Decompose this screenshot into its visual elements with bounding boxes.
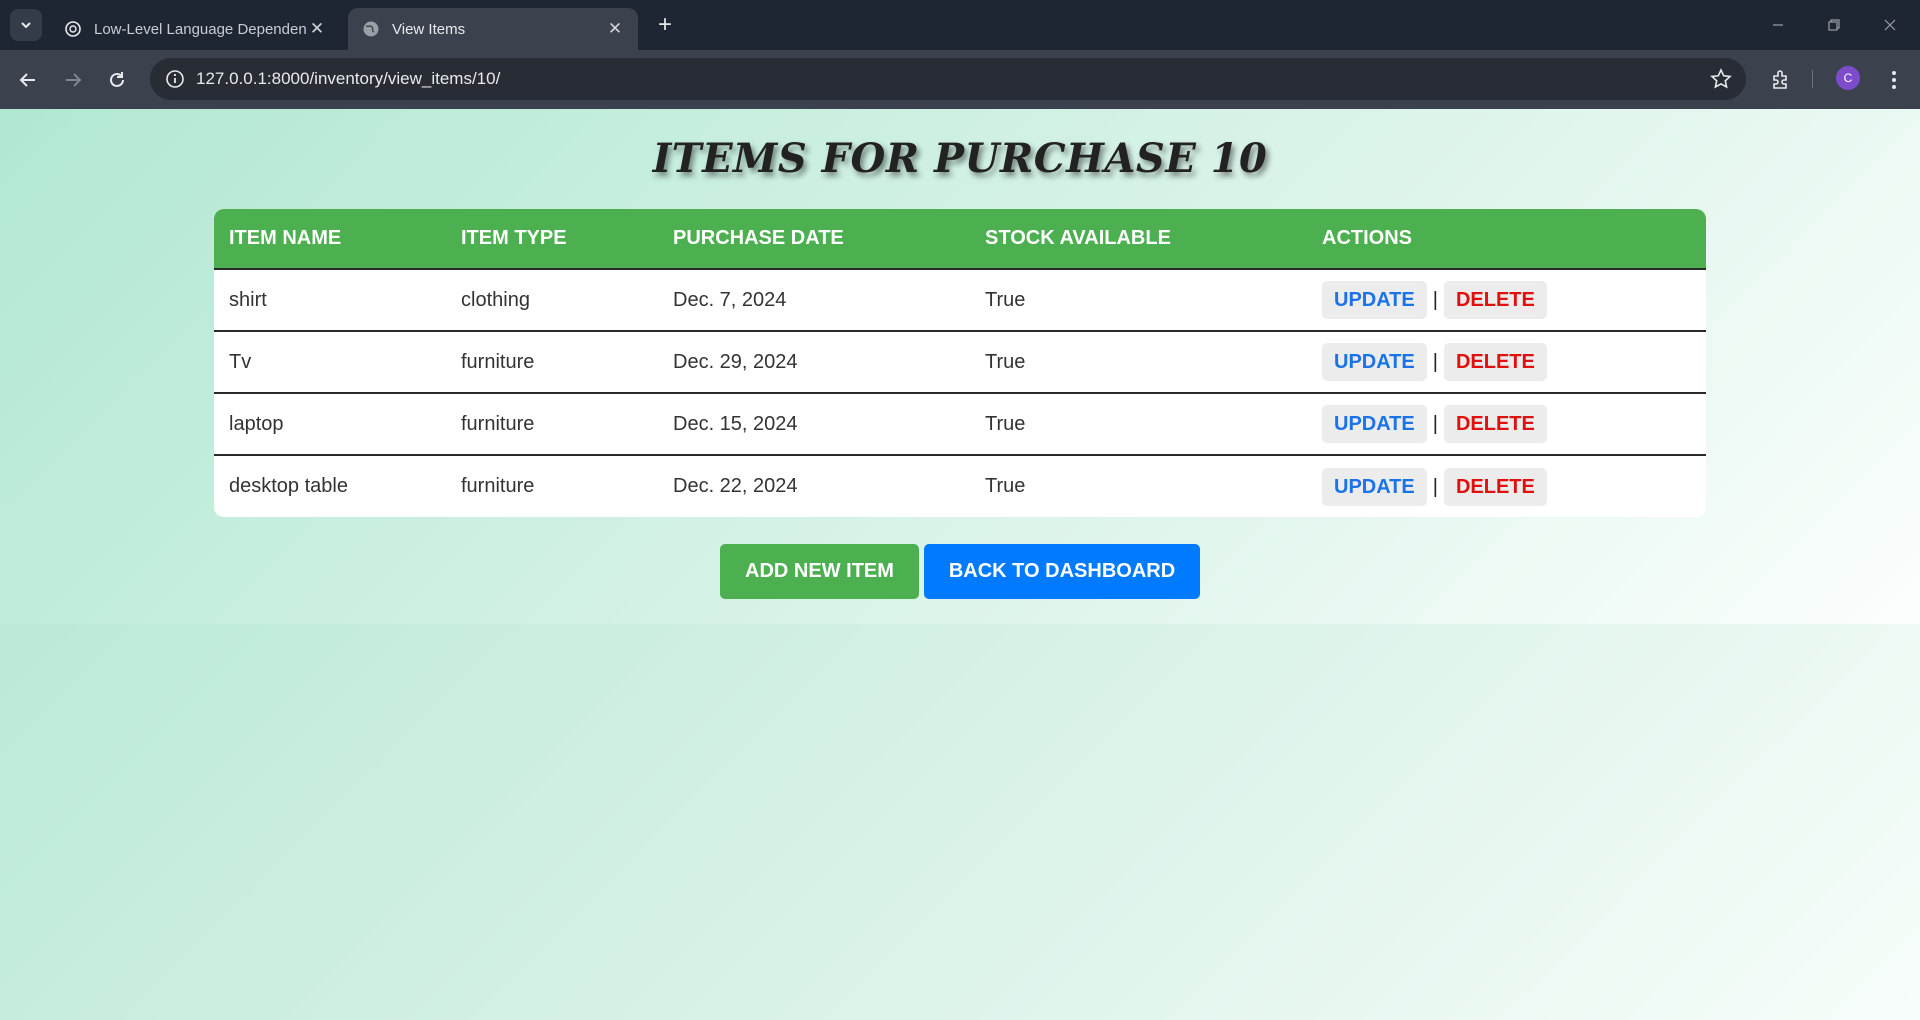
cell-item-type: clothing	[446, 269, 658, 332]
delete-link[interactable]: DELETE	[1443, 405, 1547, 443]
minimize-button[interactable]	[1758, 10, 1798, 40]
back-nav-button[interactable]	[12, 64, 44, 96]
delete-link[interactable]: DELETE	[1443, 467, 1547, 506]
update-link[interactable]: UPDATE	[1322, 281, 1427, 319]
action-separator: |	[1432, 289, 1438, 311]
column-header-item-type: ITEM TYPE	[446, 209, 658, 270]
cell-stock-available: True	[970, 393, 1307, 456]
column-header-item-name: ITEM NAME	[214, 209, 446, 270]
forward-nav-button[interactable]	[57, 64, 89, 96]
cell-item-type: furniture	[446, 331, 658, 394]
tab-title: View Items	[392, 20, 466, 38]
delete-link[interactable]: DELETE	[1443, 281, 1547, 319]
address-bar[interactable]: 127.0.0.1:8000/inventory/view_items/10/	[150, 58, 1746, 100]
close-icon[interactable]: ✕	[606, 19, 624, 39]
more-vertical-icon	[1892, 71, 1896, 89]
cell-actions: UPDATE | DELETE	[1307, 393, 1706, 456]
bookmark-star-icon[interactable]	[1710, 68, 1732, 95]
cell-stock-available: True	[970, 269, 1307, 332]
puzzle-icon	[1773, 70, 1787, 89]
extensions-button[interactable]	[1765, 64, 1797, 96]
close-icon[interactable]: ✕	[308, 19, 326, 39]
browser-toolbar: 127.0.0.1:8000/inventory/view_items/10/	[0, 50, 1920, 109]
openai-icon	[65, 21, 81, 37]
chevron-down-icon	[21, 22, 31, 29]
action-separator: |	[1432, 413, 1438, 435]
profile-avatar[interactable]: C	[1836, 66, 1860, 90]
reload-icon	[110, 72, 124, 87]
cell-purchase-date: Dec. 15, 2024	[658, 393, 970, 456]
cell-item-name: laptop	[214, 393, 446, 456]
table-row: Tv furniture Dec. 29, 2024 True UPDATE | D…	[214, 331, 1706, 394]
toolbar-divider	[1812, 70, 1813, 88]
cell-actions: UPDATE | DELETE	[1307, 269, 1706, 332]
cell-purchase-date: Dec. 29, 2024	[658, 331, 970, 394]
cell-item-type: furniture	[446, 393, 658, 456]
menu-button[interactable]	[1878, 64, 1910, 96]
cell-item-type: furniture	[461, 475, 535, 497]
back-to-dashboard-button[interactable]: BACK TO DASHBOARD	[924, 544, 1200, 599]
tab-view-items[interactable]: View Items ✕	[348, 8, 638, 50]
tab-title: Low-Level Language Dependen	[94, 20, 307, 38]
page-viewport: ITEMS FOR PURCHASE 10 ITEM NAME ITEM TYP…	[0, 109, 1920, 1020]
cell-item-name: shirt	[214, 269, 446, 332]
arrow-right-icon	[66, 73, 82, 87]
tab-search-button[interactable]	[10, 9, 42, 41]
cell-purchase-date: Dec. 22, 2024	[673, 475, 798, 497]
action-separator: |	[1432, 475, 1438, 498]
browser-tab-bar: Low-Level Language Dependen ✕ View Items…	[0, 0, 1920, 50]
table-row: shirt clothing Dec. 7, 2024 True UPDATE |…	[214, 269, 1706, 332]
update-link[interactable]: UPDATE	[1322, 405, 1427, 443]
tab-low-level-language[interactable]: Low-Level Language Dependen ✕	[50, 8, 340, 50]
add-new-item-button[interactable]: ADD NEW ITEM	[720, 544, 919, 599]
delete-link[interactable]: DELETE	[1443, 343, 1547, 381]
items-table: ITEM NAME ITEM TYPE PURCHASE DATE STOCK …	[214, 209, 1706, 517]
close-icon	[1884, 19, 1896, 31]
table-header-row: ITEM NAME ITEM TYPE PURCHASE DATE STOCK …	[214, 209, 1706, 270]
update-link[interactable]: UPDATE	[1322, 343, 1427, 381]
restore-button[interactable]	[1814, 10, 1854, 40]
close-window-button[interactable]	[1870, 10, 1910, 40]
restore-icon	[1828, 19, 1840, 31]
cell-actions: UPDATE | DELETE	[1307, 331, 1706, 394]
cell-item-name: Tv	[214, 331, 446, 394]
site-info-icon[interactable]	[164, 68, 186, 90]
page-title: ITEMS FOR PURCHASE 10	[652, 135, 1268, 182]
table-row: desktop table furniture Dec. 22, 2024 Tr…	[214, 455, 1706, 517]
globe-icon	[363, 21, 379, 37]
cell-stock-available: True	[970, 331, 1307, 394]
reload-button[interactable]	[101, 64, 133, 96]
column-header-stock-available: STOCK AVAILABLE	[970, 209, 1307, 270]
action-separator: |	[1432, 351, 1438, 373]
column-header-actions: ACTIONS	[1307, 209, 1706, 270]
table-row: laptop furniture Dec. 15, 2024 True UPDA…	[214, 393, 1706, 456]
cell-actions: UPDATE | DELETE	[1307, 455, 1706, 517]
url-text: 127.0.0.1:8000/inventory/view_items/10/	[196, 69, 501, 88]
cell-purchase-date: Dec. 7, 2024	[658, 269, 970, 332]
page-content: ITEMS FOR PURCHASE 10 ITEM NAME ITEM TYP…	[0, 109, 1920, 624]
minimize-icon	[1773, 24, 1783, 26]
arrow-left-icon	[19, 73, 35, 87]
cell-stock-available: True	[985, 475, 1026, 497]
update-link[interactable]: UPDATE	[1322, 467, 1427, 506]
cell-item-name: desktop table	[229, 475, 348, 497]
new-tab-button[interactable]: +	[650, 10, 680, 40]
column-header-purchase-date: PURCHASE DATE	[658, 209, 970, 270]
